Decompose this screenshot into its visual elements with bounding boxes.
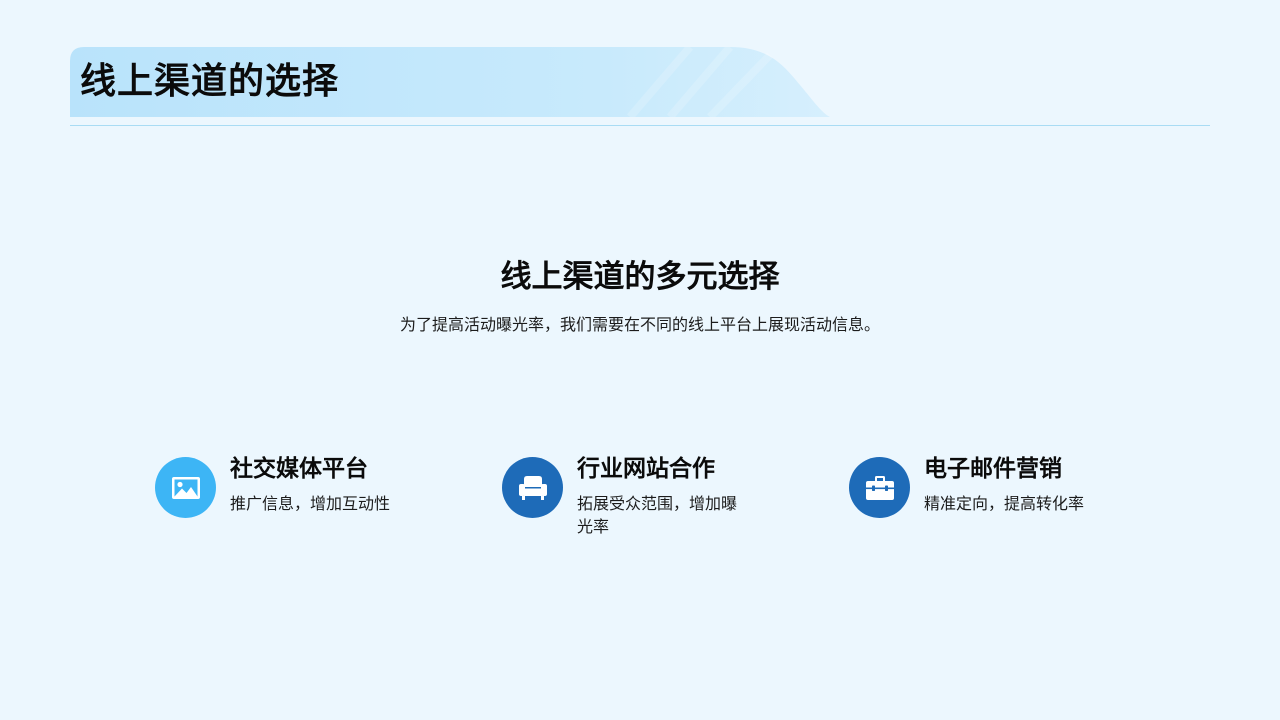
feature-description: 推广信息，增加互动性 xyxy=(230,494,391,513)
slide: 线上渠道的选择 线上渠道的多元选择 为了提高活动曝光率，我们需要在不同的线上平台… xyxy=(0,0,1280,720)
toolbox-icon xyxy=(849,457,910,518)
sofa-icon xyxy=(502,457,563,518)
feature-social-media: 社交媒体平台 推广信息，增加互动性 xyxy=(155,452,415,552)
feature-title: 社交媒体平台 xyxy=(230,456,368,482)
section-subtitle: 为了提高活动曝光率，我们需要在不同的线上平台上展现活动信息。 xyxy=(399,315,880,334)
header-divider xyxy=(70,125,1210,126)
section-title: 线上渠道的多元选择 xyxy=(500,259,780,295)
feature-title: 电子邮件营销 xyxy=(924,456,1062,482)
feature-email-marketing: 电子邮件营销 精准定向，提高转化率 xyxy=(849,452,1109,552)
feature-description: 拓展受众范围，增加曝光率 xyxy=(577,494,738,536)
feature-industry-websites: 行业网站合作 拓展受众范围，增加曝光率 xyxy=(502,452,762,552)
image-icon xyxy=(155,457,216,518)
slide-title: 线上渠道的选择 xyxy=(80,61,340,102)
feature-description: 精准定向，提高转化率 xyxy=(924,494,1085,513)
feature-title: 行业网站合作 xyxy=(577,456,715,482)
